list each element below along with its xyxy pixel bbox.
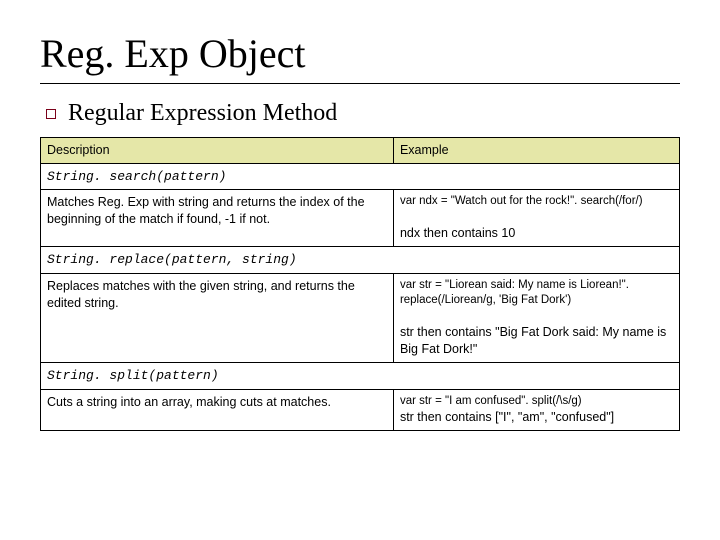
method-replace: String. replace(pattern, string) [41, 247, 680, 274]
header-example: Example [393, 138, 679, 164]
split-example-result: str then contains ["I", "am", "confused"… [400, 409, 673, 426]
title-divider [40, 83, 680, 84]
method-search: String. search(pattern) [41, 163, 680, 190]
search-example: var ndx = "Watch out for the rock!". sea… [393, 190, 679, 247]
table-row: String. search(pattern) [41, 163, 680, 190]
table-row: Matches Reg. Exp with string and returns… [41, 190, 680, 247]
square-bullet-icon [46, 109, 56, 119]
search-example-code: var ndx = "Watch out for the rock!". sea… [400, 194, 673, 210]
slide-title: Reg. Exp Object [40, 30, 680, 77]
table-header-row: Description Example [41, 138, 680, 164]
replace-example-code: var str = "Liorean said: My name is Lior… [400, 278, 673, 309]
methods-table: Description Example String. search(patte… [40, 137, 680, 431]
replace-description: Replaces matches with the given string, … [41, 273, 394, 362]
header-description: Description [41, 138, 394, 164]
search-description: Matches Reg. Exp with string and returns… [41, 190, 394, 247]
split-example: var str = "I am confused". split(/\s/g) … [393, 389, 679, 430]
search-example-result: ndx then contains 10 [400, 225, 673, 242]
replace-example: var str = "Liorean said: My name is Lior… [393, 273, 679, 362]
method-split: String. split(pattern) [41, 363, 680, 390]
split-example-code: var str = "I am confused". split(/\s/g) [400, 394, 673, 410]
subtitle-row: Regular Expression Method [40, 100, 680, 127]
table-row: String. replace(pattern, string) [41, 247, 680, 274]
replace-example-result: str then contains "Big Fat Dork said: My… [400, 324, 673, 358]
table-row: Cuts a string into an array, making cuts… [41, 389, 680, 430]
split-description: Cuts a string into an array, making cuts… [41, 389, 394, 430]
table-row: Replaces matches with the given string, … [41, 273, 680, 362]
table-row: String. split(pattern) [41, 363, 680, 390]
slide-subtitle: Regular Expression Method [68, 100, 337, 127]
